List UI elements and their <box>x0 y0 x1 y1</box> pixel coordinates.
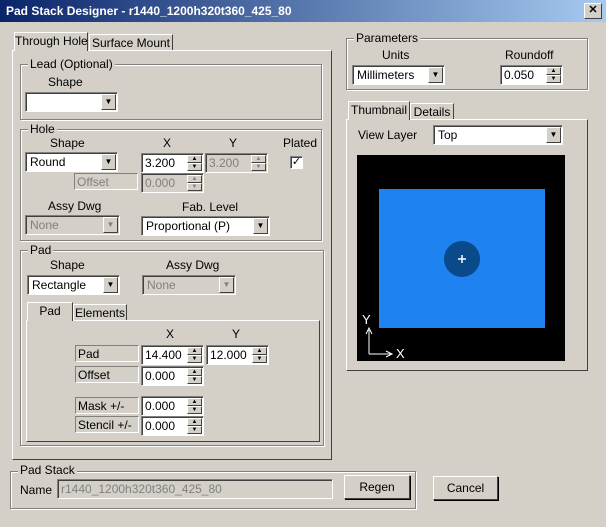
chevron-down-icon[interactable]: ▼ <box>101 154 116 170</box>
spin-down-icon: ▼ <box>187 183 202 191</box>
spin-down-icon[interactable]: ▼ <box>187 376 202 384</box>
spin-up-icon[interactable]: ▲ <box>187 398 202 406</box>
parameters-group-label: Parameters <box>354 31 421 45</box>
pad-shape-label: Shape <box>50 258 85 272</box>
view-layer-select[interactable]: Top ▼ <box>433 125 563 145</box>
fab-level-select[interactable]: Proportional (P) ▼ <box>141 216 270 236</box>
fab-level-label: Fab. Level <box>182 200 239 214</box>
mask-input[interactable]: 0.000 ▲ ▼ <box>141 396 204 416</box>
tab-elements[interactable]: Elements <box>73 304 127 321</box>
pad-group-label: Pad <box>28 243 54 257</box>
preview-svg: Y X <box>357 155 565 361</box>
lead-shape-select[interactable]: ▼ <box>25 92 118 112</box>
pad-size-label: Pad <box>75 345 139 362</box>
chevron-down-icon[interactable]: ▼ <box>428 67 443 83</box>
stencil-input[interactable]: 0.000 ▲ ▼ <box>141 416 204 436</box>
close-button[interactable]: ✕ <box>584 3 602 19</box>
spin-up-icon[interactable]: ▲ <box>187 418 202 426</box>
pad-y-input[interactable]: 12.000 ▲ ▼ <box>206 345 269 365</box>
spin-down-icon[interactable]: ▼ <box>252 355 267 363</box>
hole-assy-select[interactable]: None ▼ <box>25 215 120 235</box>
roundoff-label: Roundoff <box>505 48 554 62</box>
check-icon: ✓ <box>291 156 302 168</box>
tab-thumbnail[interactable]: Thumbnail <box>348 101 410 120</box>
roundoff-input[interactable]: 0.050 ▲ ▼ <box>500 65 563 85</box>
padstack-preview[interactable]: Y X <box>357 155 565 361</box>
view-layer-label: View Layer <box>358 128 418 142</box>
pad-offset-input[interactable]: 0.000 ▲ ▼ <box>141 366 204 386</box>
lead-shape-label: Shape <box>48 75 83 89</box>
pad-assy-select[interactable]: None ▼ <box>142 275 236 295</box>
pad-x-label: X <box>166 327 175 341</box>
pad-x-input[interactable]: 14.400 ▲ ▼ <box>141 345 204 365</box>
hole-assy-label: Assy Dwg <box>48 199 102 213</box>
spin-up-icon[interactable]: ▲ <box>546 67 561 75</box>
stencil-label: Stencil +/- <box>75 416 139 433</box>
spin-up-icon[interactable]: ▲ <box>187 368 202 376</box>
regen-button[interactable]: Regen <box>344 475 410 499</box>
units-label: Units <box>382 48 410 62</box>
hole-offset-label: Offset <box>74 173 138 190</box>
spin-down-icon[interactable]: ▼ <box>187 355 202 363</box>
tab-pad[interactable]: Pad <box>27 302 73 321</box>
window-title: Pad Stack Designer - r1440_1200h320t360_… <box>6 4 292 18</box>
close-icon: ✕ <box>588 4 598 16</box>
plated-checkbox[interactable]: ✓ <box>290 156 303 169</box>
hole-offset-input[interactable]: 0.000 ▲ ▼ <box>141 173 204 193</box>
hole-x-label: X <box>163 136 172 150</box>
spin-up-icon[interactable]: ▲ <box>252 347 267 355</box>
chevron-down-icon[interactable]: ▼ <box>103 277 118 293</box>
spin-down-icon[interactable]: ▼ <box>546 75 561 83</box>
hole-group-label: Hole <box>28 122 57 136</box>
x-axis-label: X <box>396 346 405 361</box>
chevron-down-icon: ▼ <box>219 277 234 293</box>
chevron-down-icon[interactable]: ▼ <box>546 127 561 143</box>
mask-label: Mask +/- <box>75 397 139 414</box>
spin-down-icon: ▼ <box>251 163 266 171</box>
hole-y-label: Y <box>229 136 238 150</box>
lead-group-label: Lead (Optional) <box>28 57 115 71</box>
hole-y-input[interactable]: 3.200 ▲ ▼ <box>205 153 268 173</box>
chevron-down-icon[interactable]: ▼ <box>101 94 116 110</box>
spin-up-icon[interactable]: ▲ <box>187 347 202 355</box>
hole-shape-select[interactable]: Round ▼ <box>25 152 118 172</box>
tab-surface-mount[interactable]: Surface Mount <box>89 34 173 51</box>
spin-down-icon[interactable]: ▼ <box>187 163 202 171</box>
tab-details[interactable]: Details <box>410 103 454 120</box>
chevron-down-icon: ▼ <box>103 217 118 233</box>
spin-up-icon[interactable]: ▲ <box>187 155 202 163</box>
pad-offset-label: Offset <box>75 366 139 383</box>
chevron-down-icon[interactable]: ▼ <box>253 218 268 234</box>
hole-x-input[interactable]: 3.200 ▲ ▼ <box>141 153 204 173</box>
tab-through-hole[interactable]: Through Hole <box>14 32 88 51</box>
spin-up-icon: ▲ <box>187 175 202 183</box>
hole-shape-label: Shape <box>50 136 85 150</box>
plated-label: Plated <box>283 136 318 150</box>
pad-shape-select[interactable]: Rectangle ▼ <box>27 275 120 295</box>
spin-down-icon[interactable]: ▼ <box>187 426 202 434</box>
padstack-name-field[interactable]: r1440_1200h320t360_425_80 <box>57 479 333 499</box>
title-bar[interactable]: Pad Stack Designer - r1440_1200h320t360_… <box>0 0 606 22</box>
pad-assy-label: Assy Dwg <box>166 258 220 272</box>
spin-down-icon[interactable]: ▼ <box>187 406 202 414</box>
cancel-button[interactable]: Cancel <box>433 476 498 500</box>
spin-up-icon: ▲ <box>251 155 266 163</box>
padstack-name-label: Name <box>20 483 53 497</box>
units-select[interactable]: Millimeters ▼ <box>352 65 445 85</box>
pad-y-label: Y <box>232 327 241 341</box>
padstack-group-label: Pad Stack <box>18 463 77 477</box>
y-axis-label: Y <box>362 312 371 327</box>
